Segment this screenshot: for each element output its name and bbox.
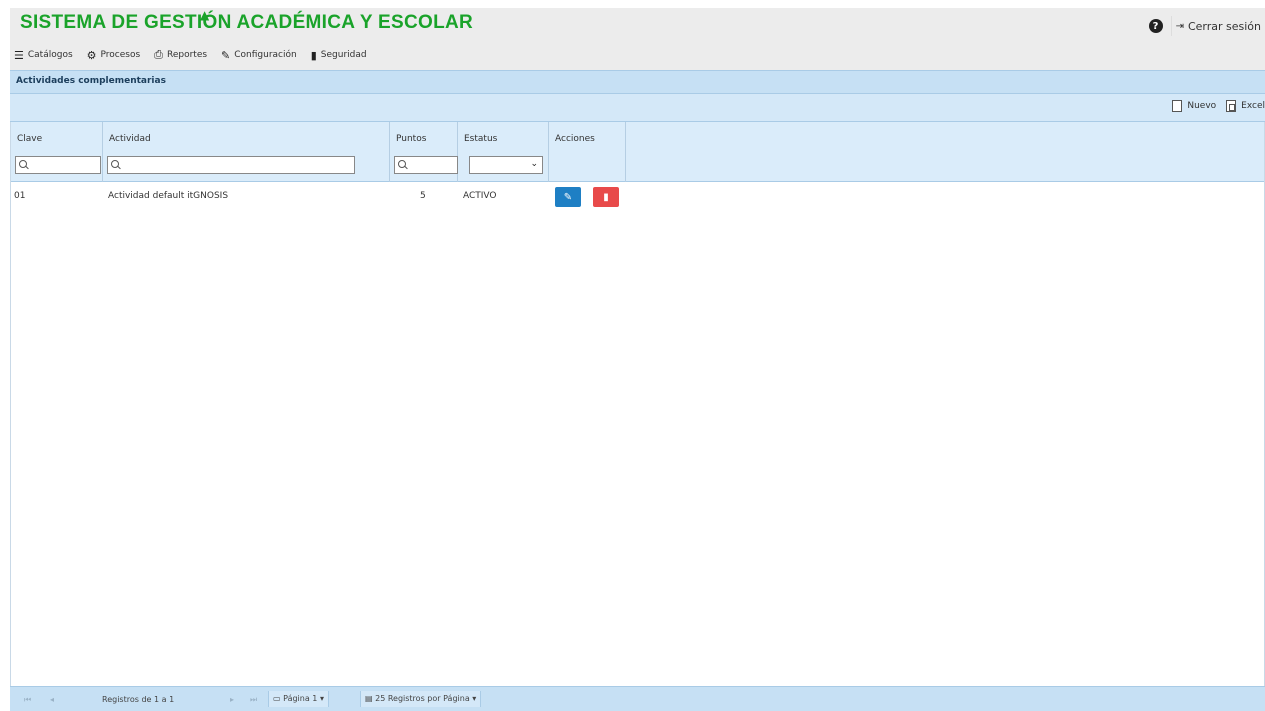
filter-estatus-select[interactable]: ⌄	[469, 156, 543, 174]
excel-icon	[1226, 100, 1237, 112]
column-header-clave[interactable]: Clave	[17, 134, 42, 144]
page-icon: ▭	[273, 694, 284, 703]
column-estatus: Estatus ⌄	[458, 122, 549, 182]
grid-header: Clave Actividad Puntos Estatus ⌄ Accione…	[11, 122, 1264, 182]
last-page-icon[interactable]: ⏭	[250, 695, 257, 705]
menu-item-label: Configuración	[234, 50, 297, 60]
cell-clave: 01	[14, 191, 26, 201]
prev-page-icon[interactable]: ◂	[50, 695, 54, 704]
search-icon	[16, 157, 30, 173]
delete-button[interactable]: ▮	[593, 187, 619, 207]
graduation-cap-icon: ▲	[200, 8, 210, 22]
menu-item-catalogos[interactable]: ☰ Catálogos	[14, 48, 73, 62]
first-page-icon[interactable]: ⏮	[24, 695, 31, 705]
menu-item-label: Procesos	[100, 50, 141, 60]
next-page-icon[interactable]: ▸	[230, 695, 234, 704]
list-icon: ▤	[365, 694, 376, 703]
cell-puntos: 5	[420, 191, 426, 201]
filter-actividad-input[interactable]	[107, 156, 355, 174]
logout-button[interactable]: ⇥ Cerrar sesión	[1170, 16, 1265, 36]
header-actions: ? ⇥ Cerrar sesión	[1148, 16, 1265, 36]
grid-toolbar: Nuevo Excel	[10, 94, 1265, 122]
column-header-puntos[interactable]: Puntos	[396, 134, 426, 144]
app-header: SISTEMA DE GESTIÓN ACADÉMICA Y ESCOLAR ▲…	[10, 8, 1265, 70]
menu-item-seguridad[interactable]: ▮ Seguridad	[311, 48, 367, 62]
filter-puntos-input[interactable]	[394, 156, 458, 174]
app-title: SISTEMA DE GESTIÓN ACADÉMICA Y ESCOLAR	[20, 12, 474, 33]
column-clave: Clave	[11, 122, 103, 182]
page-selector[interactable]: ▭ Página 1 ▾	[268, 691, 329, 707]
menu-item-configuracion[interactable]: ✎ Configuración	[221, 48, 297, 62]
menu-item-reportes[interactable]: ⎙ Reportes	[154, 48, 207, 62]
cell-estatus: ACTIVO	[463, 191, 497, 201]
column-header-estatus[interactable]: Estatus	[464, 134, 497, 144]
column-header-acciones: Acciones	[555, 134, 595, 144]
menu-item-label: Catálogos	[27, 50, 73, 60]
search-icon	[108, 157, 122, 173]
help-icon[interactable]: ?	[1148, 19, 1163, 33]
column-header-actividad[interactable]: Actividad	[109, 134, 151, 144]
sign-out-icon: ⇥	[1175, 20, 1184, 32]
excel-button-label: Excel	[1241, 101, 1265, 111]
new-file-icon	[1172, 100, 1183, 112]
printer-icon: ⎙	[154, 48, 163, 61]
menu-item-procesos[interactable]: ⚙ Procesos	[87, 48, 141, 62]
chevron-down-icon: ▾	[319, 694, 324, 703]
new-button-label: Nuevo	[1187, 101, 1217, 111]
page-selector-label: Página 1	[283, 694, 318, 703]
chevron-down-icon: ⌄	[530, 159, 538, 169]
column-actividad: Actividad	[103, 122, 390, 182]
main-menu: ☰ Catálogos ⚙ Procesos ⎙ Reportes ✎ Conf…	[14, 48, 367, 62]
search-icon	[395, 157, 409, 173]
logout-label: Cerrar sesión	[1187, 19, 1261, 33]
per-page-selector[interactable]: ▤ 25 Registros por Página ▾	[360, 691, 482, 707]
edit-icon: ✎	[563, 191, 573, 203]
pager: ⏮ ◂ Registros de 1 a 1 ▸ ⏭ ▭ Página 1 ▾ …	[10, 686, 1265, 711]
app-window: SISTEMA DE GESTIÓN ACADÉMICA Y ESCOLAR ▲…	[10, 8, 1265, 711]
new-button[interactable]: Nuevo	[1172, 100, 1216, 112]
trash-icon: ▮	[603, 191, 609, 203]
excel-button[interactable]: Excel	[1226, 100, 1265, 112]
per-page-label: 25 Registros por Página	[375, 694, 470, 703]
menu-item-label: Seguridad	[320, 50, 367, 60]
filter-clave-input[interactable]	[15, 156, 101, 174]
column-acciones: Acciones	[549, 122, 626, 182]
cell-actividad: Actividad default itGNOSIS	[108, 191, 229, 201]
column-puntos: Puntos	[390, 122, 458, 182]
table-row[interactable]: 01 Actividad default itGNOSIS 5 ACTIVO ✎…	[11, 186, 1264, 208]
gear-icon: ⚙	[86, 48, 97, 62]
panel-title: Actividades complementarias	[10, 70, 1265, 94]
menu-item-label: Reportes	[166, 50, 208, 60]
chevron-down-icon: ▾	[472, 694, 477, 703]
list-icon: ☰	[14, 48, 24, 62]
records-info: Registros de 1 a 1	[102, 695, 175, 704]
lock-icon: ▮	[310, 48, 317, 62]
wrench-icon: ✎	[221, 48, 231, 62]
data-grid: Clave Actividad Puntos Estatus ⌄ Accione…	[10, 122, 1265, 686]
edit-button[interactable]: ✎	[555, 187, 581, 207]
